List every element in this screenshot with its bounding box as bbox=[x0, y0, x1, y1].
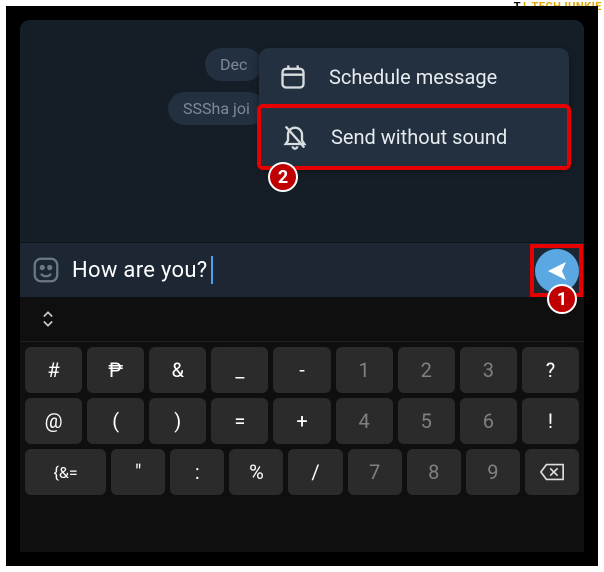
key-+[interactable]: + bbox=[273, 398, 330, 444]
key-3[interactable]: 3 bbox=[460, 347, 517, 393]
messaging-app: Dec SSSha joi Schedule message bbox=[20, 20, 584, 552]
key-)[interactable]: ) bbox=[149, 398, 206, 444]
key-_[interactable]: _ bbox=[211, 347, 268, 393]
keyboard-rows: #₱&_-123? @()=+456! {&=":%/789 bbox=[20, 342, 584, 505]
chat-chip: Dec bbox=[205, 48, 262, 81]
key-4[interactable]: 4 bbox=[336, 398, 393, 444]
key-"[interactable]: " bbox=[111, 449, 165, 495]
key-5[interactable]: 5 bbox=[398, 398, 455, 444]
calendar-icon bbox=[279, 63, 307, 91]
key-![interactable]: ! bbox=[522, 398, 579, 444]
key-:[interactable]: : bbox=[170, 449, 224, 495]
key-2[interactable]: 2 bbox=[398, 347, 455, 393]
send-options-menu: Schedule message Send without sound bbox=[259, 48, 569, 168]
key-8[interactable]: 8 bbox=[407, 449, 461, 495]
schedule-message-item[interactable]: Schedule message bbox=[259, 48, 569, 106]
chat-area: Dec SSSha joi Schedule message bbox=[20, 20, 584, 242]
send-without-sound-item[interactable]: Send without sound bbox=[257, 104, 571, 170]
key-%[interactable]: % bbox=[229, 449, 283, 495]
key-?[interactable]: ? bbox=[522, 347, 579, 393]
key-#[interactable]: # bbox=[25, 347, 82, 393]
key-7[interactable]: 7 bbox=[348, 449, 402, 495]
expand-icon[interactable] bbox=[38, 309, 58, 329]
keyboard: #₱&_-123? @()=+456! {&=":%/789 bbox=[20, 297, 584, 552]
menu-item-label: Send without sound bbox=[331, 125, 507, 149]
key-9[interactable]: 9 bbox=[466, 449, 520, 495]
annotation-badge-2: 2 bbox=[268, 162, 298, 192]
key-/[interactable]: / bbox=[288, 449, 342, 495]
bell-off-icon bbox=[281, 123, 309, 151]
text-cursor bbox=[211, 256, 213, 284]
key-&[interactable]: & bbox=[149, 347, 206, 393]
emoji-button[interactable] bbox=[20, 244, 72, 296]
key-6[interactable]: 6 bbox=[460, 398, 517, 444]
key-([interactable]: ( bbox=[87, 398, 144, 444]
key-{&=[interactable]: {&= bbox=[25, 449, 106, 495]
key-₱[interactable]: ₱ bbox=[87, 347, 144, 393]
message-input[interactable]: How are you? bbox=[72, 256, 584, 284]
message-input-row: How are you? bbox=[20, 242, 584, 297]
annotation-badge-1: 1 bbox=[547, 284, 577, 314]
key-@[interactable]: @ bbox=[25, 398, 82, 444]
keyboard-toolbar bbox=[20, 297, 584, 342]
backspace-key[interactable] bbox=[525, 449, 579, 495]
screenshot-frame: Dec SSSha joi Schedule message bbox=[6, 6, 598, 566]
key-1[interactable]: 1 bbox=[336, 347, 393, 393]
menu-item-label: Schedule message bbox=[329, 65, 497, 89]
chat-chip: SSSha joi bbox=[168, 92, 265, 125]
key--[interactable]: - bbox=[273, 347, 330, 393]
key-=[interactable]: = bbox=[211, 398, 268, 444]
send-icon bbox=[545, 259, 569, 283]
